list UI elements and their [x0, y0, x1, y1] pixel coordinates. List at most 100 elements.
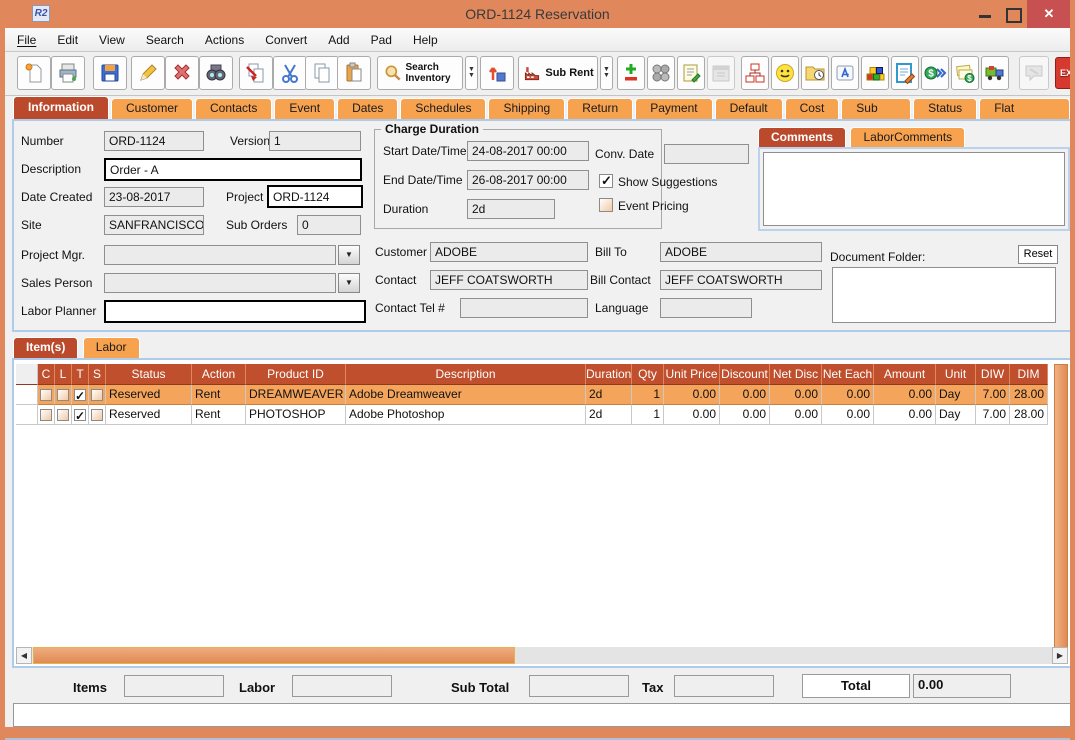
shortcut-key-button[interactable] [831, 56, 859, 90]
column-header-action[interactable]: Action [192, 364, 246, 385]
save-button[interactable] [93, 56, 127, 90]
table-row-check[interactable] [38, 405, 55, 425]
copy-special-button[interactable] [239, 56, 273, 90]
column-header-dim[interactable]: DIM [1010, 364, 1048, 385]
column-header-net-each[interactable]: Net Each [822, 364, 874, 385]
edit-note-button[interactable] [891, 56, 919, 90]
column-header-qty[interactable]: Qty [632, 364, 664, 385]
delete-button[interactable] [165, 56, 199, 90]
event-pricing-checkbox[interactable] [599, 198, 613, 212]
column-header-unit-price[interactable]: Unit Price [664, 364, 720, 385]
table-cell[interactable]: 28.00 [1010, 405, 1048, 425]
table-cell[interactable]: 0.00 [720, 405, 770, 425]
menu-actions[interactable]: Actions [205, 33, 244, 47]
bill-to-field[interactable]: ADOBE [660, 242, 822, 262]
search-inventory-more-button[interactable]: ▼ ▼ [465, 56, 478, 90]
invoice-notes-button[interactable]: $ [951, 56, 979, 90]
table-cell[interactable]: Adobe Photoshop [346, 405, 586, 425]
language-field[interactable] [660, 298, 752, 318]
table-cell[interactable]: 0.00 [874, 405, 936, 425]
print-button[interactable] [51, 56, 85, 90]
find-button[interactable] [199, 56, 233, 90]
inventory-cubes-button[interactable] [861, 56, 889, 90]
sales-person-dropdown-button[interactable]: ▼ [338, 273, 360, 293]
exit-button[interactable]: EXIT [1055, 57, 1070, 89]
new-document-button[interactable] [17, 56, 51, 90]
search-inventory-button[interactable]: Search Inventory [377, 56, 463, 90]
tab-dates[interactable]: Dates [337, 98, 399, 119]
column-header-duration[interactable]: Duration [586, 364, 632, 385]
description-field[interactable]: Order - A [104, 158, 362, 181]
tab-default[interactable]: Default [714, 98, 783, 119]
tab-labor[interactable]: Labor [82, 337, 140, 358]
table-cell[interactable]: 7.00 [976, 385, 1010, 405]
tab-items[interactable]: Item(s) [13, 337, 79, 358]
copy-button[interactable] [305, 56, 339, 90]
history-folder-button[interactable] [801, 56, 829, 90]
scroll-right-arrow[interactable]: ▶ [1052, 647, 1068, 664]
paste-button[interactable] [337, 56, 371, 90]
tab-sub-total[interactable]: Sub Total [841, 98, 912, 134]
tab-contacts[interactable]: Contacts [195, 98, 273, 119]
tab-payment[interactable]: Payment [635, 98, 713, 119]
column-header-description[interactable]: Description [346, 364, 586, 385]
table-row-check[interactable] [89, 385, 106, 405]
column-header-product-id[interactable]: Product ID [246, 364, 346, 385]
table-cell[interactable]: Reserved [106, 385, 192, 405]
table-cell[interactable]: 0.00 [720, 385, 770, 405]
delivery-button[interactable] [981, 56, 1009, 90]
column-header-status[interactable]: Status [106, 364, 192, 385]
table-vertical-scrollbar[interactable] [1054, 364, 1068, 648]
table-row-check[interactable] [72, 385, 89, 405]
scroll-left-arrow[interactable]: ◀ [16, 647, 32, 664]
sales-person-field[interactable] [104, 273, 336, 293]
table-cell[interactable]: DREAMWEAVER [246, 385, 346, 405]
sub-rent-button[interactable]: Sub Rent [518, 56, 598, 90]
column-header-diw[interactable]: DIW [976, 364, 1010, 385]
column-header-t[interactable]: T [72, 364, 89, 385]
table-cell[interactable]: 7.00 [976, 405, 1010, 425]
table-cell[interactable]: 0.00 [874, 385, 936, 405]
column-header-discount[interactable]: Discount [720, 364, 770, 385]
cut-button[interactable] [273, 56, 307, 90]
close-button[interactable]: ✕ [1027, 0, 1070, 28]
tab-status[interactable]: Status [913, 98, 978, 119]
tab-flat-discounts[interactable]: Flat Discounts [979, 98, 1070, 134]
reset-button[interactable]: Reset [1018, 245, 1058, 264]
table-cell[interactable]: Day [936, 385, 976, 405]
table-cell[interactable]: Rent [192, 385, 246, 405]
table-cell[interactable]: 0.00 [770, 385, 822, 405]
table-row-check[interactable] [55, 385, 72, 405]
menu-file[interactable]: File [17, 33, 36, 47]
tab-information[interactable]: Information [13, 96, 109, 119]
table-cell[interactable]: 2d [586, 385, 632, 405]
document-folder-box[interactable] [832, 267, 1056, 323]
notes-button[interactable] [677, 56, 705, 90]
project-mgr-field[interactable] [104, 245, 336, 265]
table-cell[interactable]: 0.00 [822, 405, 874, 425]
minimize-button[interactable] [972, 0, 998, 28]
table-cell[interactable]: Reserved [106, 405, 192, 425]
maximize-button[interactable] [999, 0, 1025, 28]
tab-customer[interactable]: Customer [111, 98, 194, 119]
column-header-s[interactable]: S [89, 364, 106, 385]
version-field[interactable]: 1 [269, 131, 361, 151]
tab-event[interactable]: Event [274, 98, 336, 119]
comments-textarea[interactable] [763, 152, 1065, 226]
contact-tel-field[interactable] [460, 298, 588, 318]
menu-pad[interactable]: Pad [371, 33, 392, 47]
menu-add[interactable]: Add [328, 33, 349, 47]
column-header-unit[interactable]: Unit [936, 364, 976, 385]
billing-forward-button[interactable]: $ [921, 56, 949, 90]
table-cell[interactable]: 0.00 [770, 405, 822, 425]
table-cell[interactable]: 2d [586, 405, 632, 425]
menu-help[interactable]: Help [413, 33, 438, 47]
table-cell[interactable]: 1 [632, 405, 664, 425]
customer-field[interactable]: ADOBE [430, 242, 588, 262]
tab-schedules[interactable]: Schedules [400, 98, 487, 119]
table-horizontal-scrollbar[interactable]: ◀ ▶ [16, 647, 1068, 664]
bill-contact-field[interactable]: JEFF COATSWORTH [660, 270, 822, 290]
title-bar[interactable]: R2 ORD-1124 Reservation ✕ [5, 0, 1070, 28]
contact-button[interactable] [771, 56, 799, 90]
table-cell[interactable]: 0.00 [822, 385, 874, 405]
